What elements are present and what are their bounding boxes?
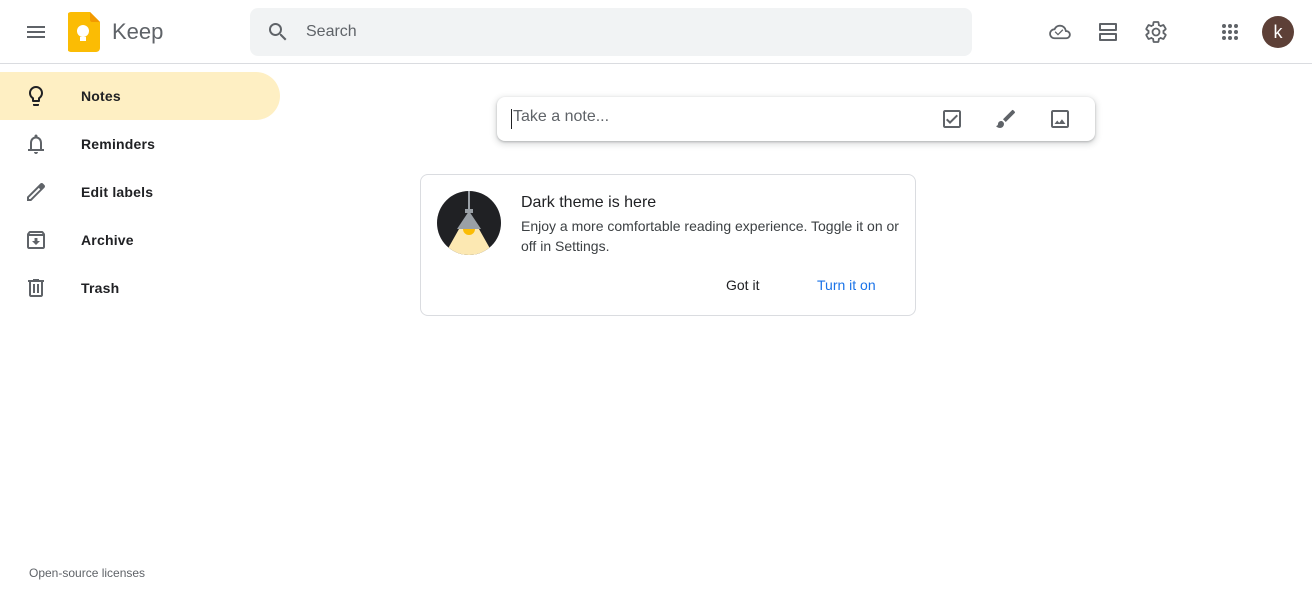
settings-button[interactable] <box>1132 8 1180 56</box>
sidebar-item-label: Edit labels <box>81 184 154 200</box>
new-list-icon <box>943 110 961 128</box>
take-note-bar[interactable]: Take a note... <box>497 97 1095 141</box>
list-view-button[interactable] <box>1084 8 1132 56</box>
open-source-licenses-link[interactable]: Open-source licenses <box>29 566 145 580</box>
app-header: Keep k <box>0 0 1312 64</box>
turn-it-on-button[interactable]: Turn it on <box>817 273 876 297</box>
dark-theme-promo-card: Dark theme is here Enjoy a more comforta… <box>420 174 916 316</box>
new-list-button[interactable] <box>932 99 972 139</box>
account-avatar[interactable]: k <box>1262 16 1294 48</box>
sidebar-item-edit-labels[interactable]: Edit labels <box>0 168 280 216</box>
sidebar-item-archive[interactable]: Archive <box>0 216 280 264</box>
trash-icon <box>24 276 48 300</box>
search-icon[interactable] <box>258 12 298 52</box>
lightbulb-icon <box>24 84 48 108</box>
refresh-button[interactable] <box>1036 8 1084 56</box>
app-name[interactable]: Keep <box>112 18 163 46</box>
sidebar-item-notes[interactable]: Notes <box>0 72 280 120</box>
new-image-button[interactable] <box>1040 99 1080 139</box>
main-menu-button[interactable] <box>12 8 60 56</box>
dark-theme-lamp-illustration <box>437 191 501 255</box>
google-apps-button[interactable] <box>1206 8 1254 56</box>
sidebar-item-reminders[interactable]: Reminders <box>0 120 280 168</box>
new-image-icon <box>1051 110 1069 128</box>
text-caret <box>511 109 512 129</box>
sidebar-item-label: Archive <box>81 232 134 248</box>
archive-icon <box>24 228 48 252</box>
cloud-sync-icon <box>1049 24 1071 40</box>
search-bar[interactable] <box>250 8 972 56</box>
sidebar-item-label: Notes <box>81 88 121 104</box>
search-input[interactable] <box>306 8 946 56</box>
got-it-button[interactable]: Got it <box>726 273 759 297</box>
apps-grid-icon <box>1222 24 1238 40</box>
sidebar-nav: Notes Reminders Edit labels Archive Tras… <box>0 72 280 312</box>
keep-logo[interactable] <box>68 12 100 52</box>
take-note-input[interactable]: Take a note... <box>513 108 609 126</box>
sidebar-item-label: Reminders <box>81 136 156 152</box>
pencil-icon <box>24 180 48 204</box>
new-drawing-button[interactable] <box>986 99 1026 139</box>
bell-icon <box>24 132 48 156</box>
settings-icon <box>1145 21 1167 43</box>
new-drawing-icon <box>996 109 1016 128</box>
sidebar-item-label: Trash <box>81 280 120 296</box>
promo-body: Enjoy a more comfortable reading experie… <box>521 218 899 254</box>
sidebar-item-trash[interactable]: Trash <box>0 264 280 312</box>
promo-title: Dark theme is here <box>521 194 657 211</box>
list-view-icon <box>1099 23 1117 41</box>
main-menu-icon <box>27 26 45 38</box>
